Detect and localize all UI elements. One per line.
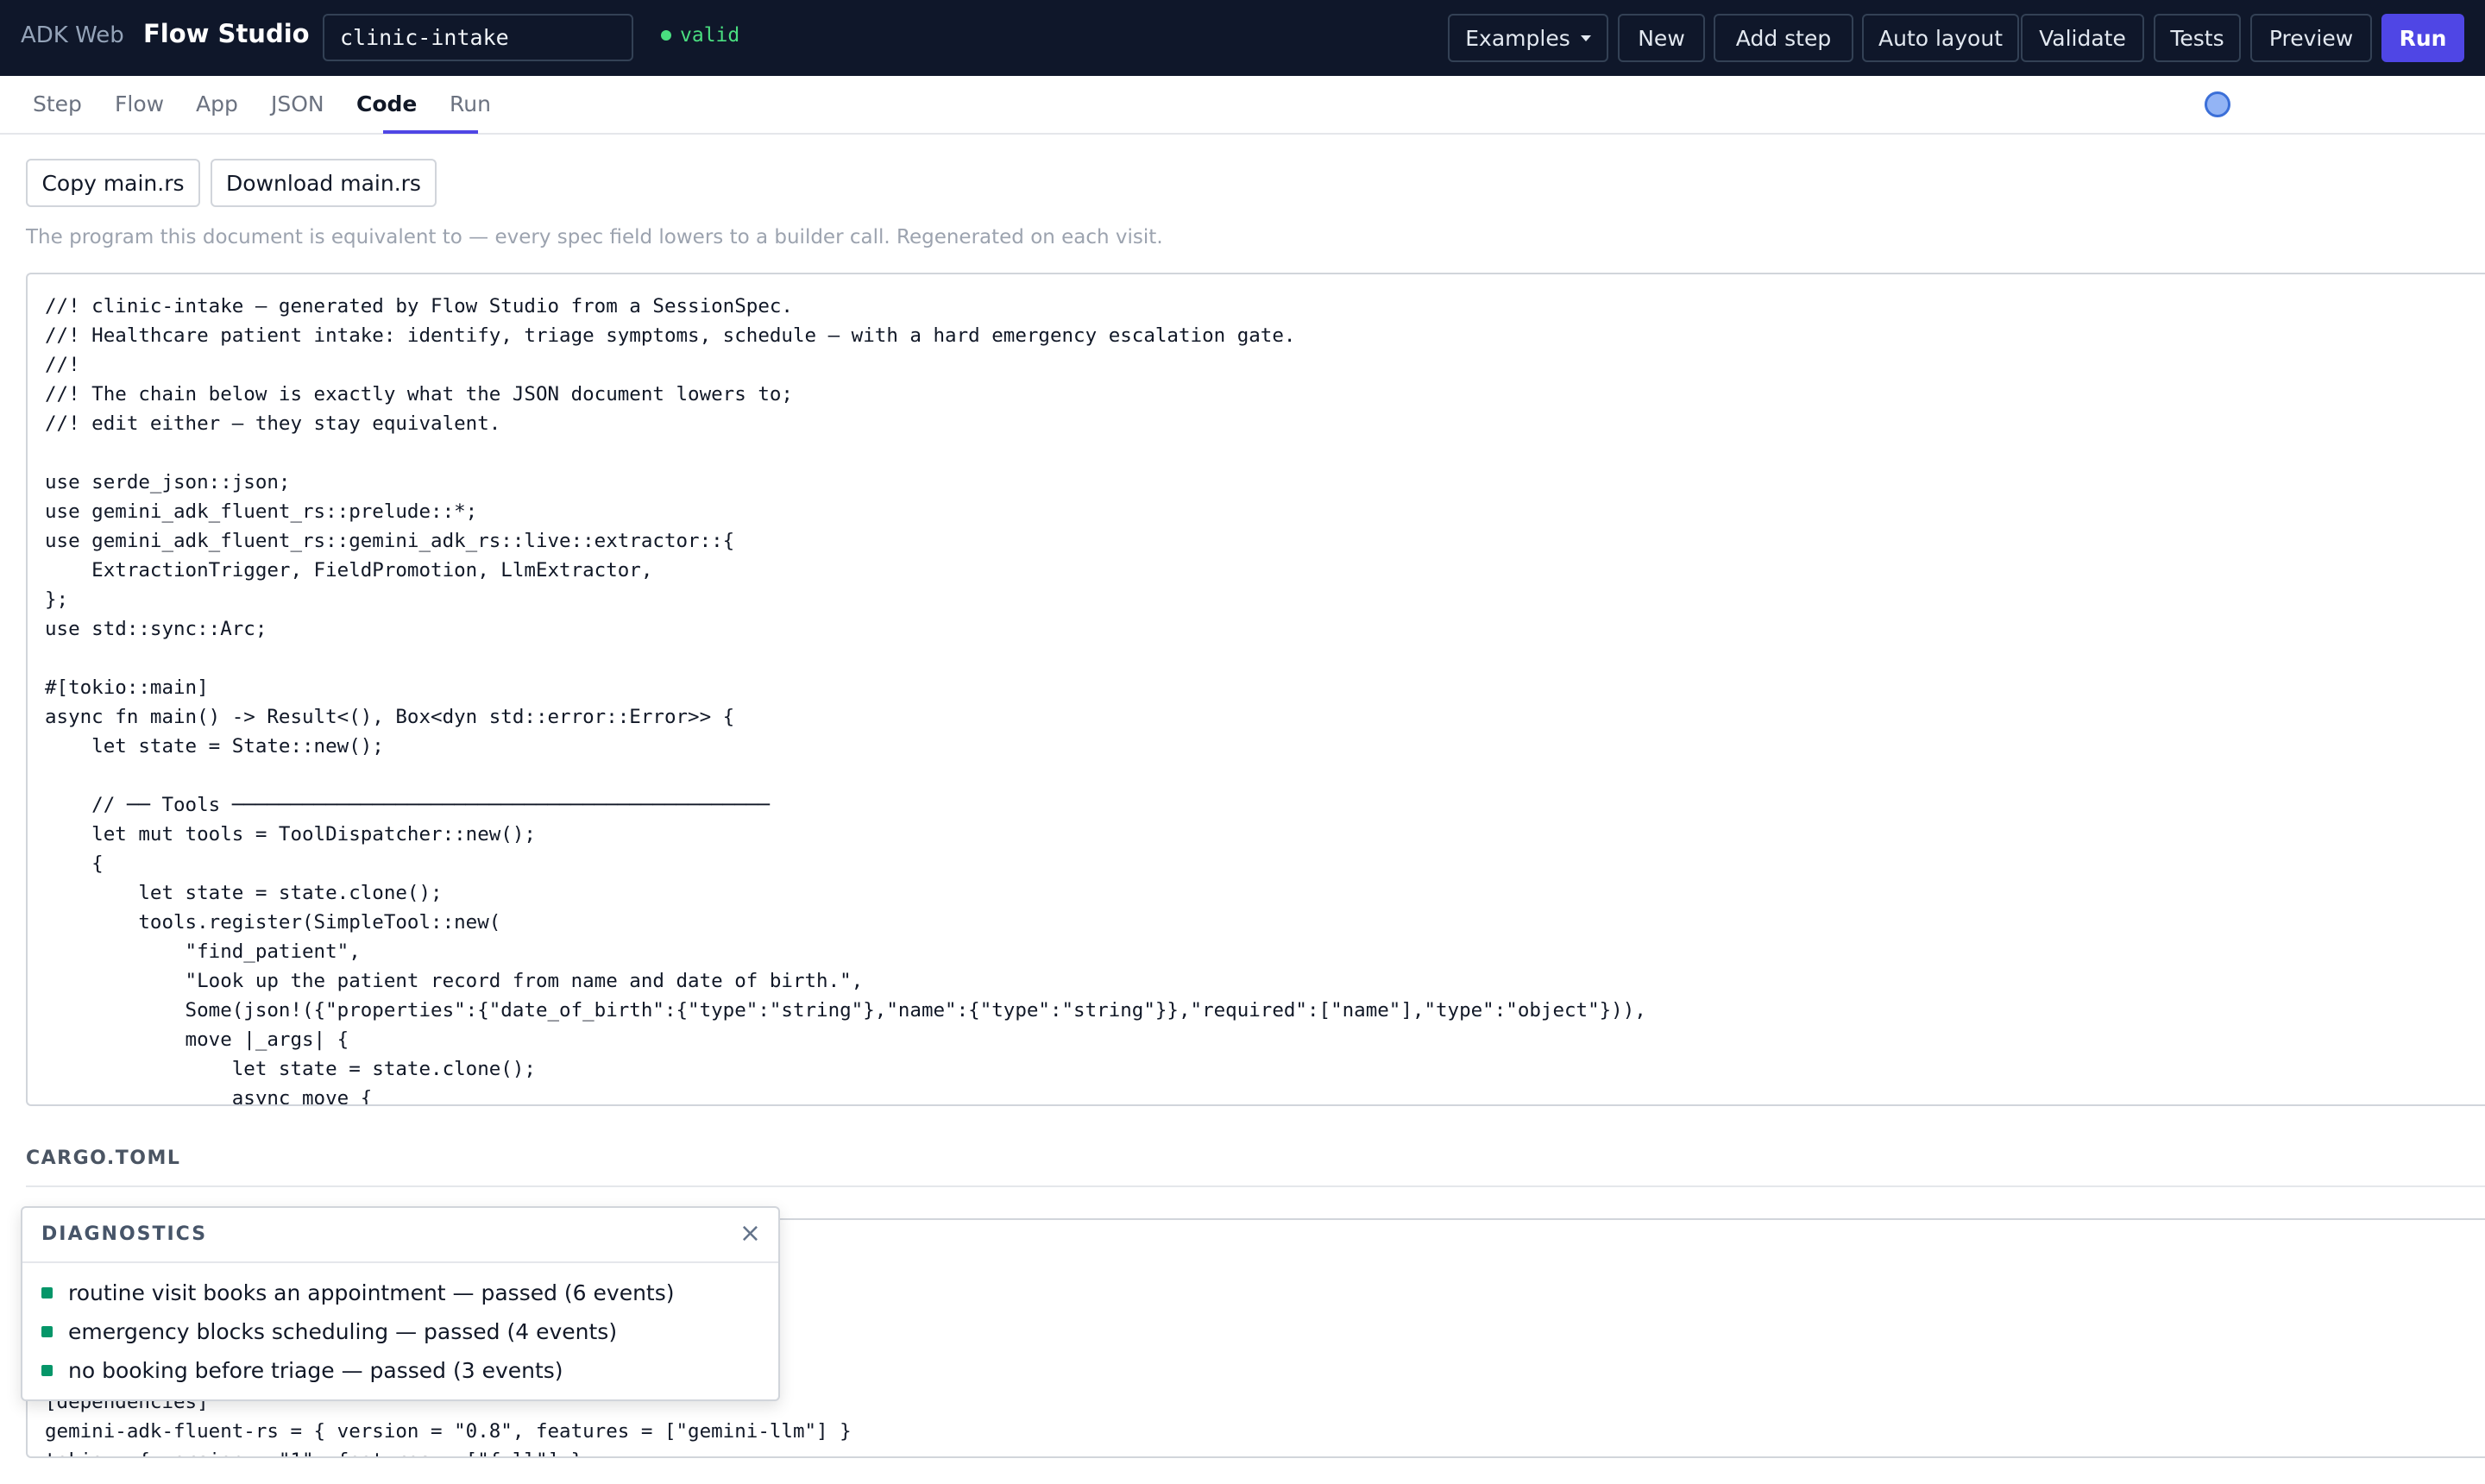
- code-help-text: The program this document is equivalent …: [26, 226, 1163, 248]
- examples-dropdown-label: Examples: [1465, 25, 1570, 51]
- tab-app[interactable]: App: [196, 91, 238, 116]
- cargo-toml-heading: CARGO.TOML: [26, 1148, 181, 1169]
- diagnostics-list: routine visit books an appointment — pas…: [41, 1273, 675, 1390]
- main-rs-code: //! clinic-intake — generated by Flow St…: [45, 295, 1646, 1106]
- passed-status-icon: [41, 1287, 53, 1298]
- list-item: emergency blocks scheduling — passed (4 …: [41, 1312, 675, 1351]
- main-rs-code-viewer[interactable]: //! clinic-intake — generated by Flow St…: [26, 273, 2485, 1106]
- section-divider: [26, 1185, 2485, 1187]
- list-item: routine visit books an appointment — pas…: [41, 1273, 675, 1312]
- top-bar: ADK Web Flow Studio clinic-intake valid …: [0, 0, 2485, 76]
- auto-layout-button[interactable]: Auto layout: [1862, 14, 2019, 62]
- diagnostics-title: DIAGNOSTICS: [41, 1223, 208, 1245]
- list-item: no booking before triage — passed (3 eve…: [41, 1351, 675, 1390]
- app-title: Flow Studio: [143, 19, 310, 48]
- diagnostics-header: DIAGNOSTICS ×: [22, 1208, 778, 1263]
- tab-json[interactable]: JSON: [271, 91, 324, 116]
- preview-button[interactable]: Preview: [2250, 14, 2372, 62]
- passed-status-icon: [41, 1326, 53, 1337]
- passed-status-icon: [41, 1365, 53, 1376]
- diagnostic-text: no booking before triage — passed (3 eve…: [68, 1358, 563, 1383]
- tab-flow[interactable]: Flow: [115, 91, 164, 116]
- new-button[interactable]: New: [1618, 14, 1705, 62]
- download-main-rs-button[interactable]: Download main.rs: [211, 159, 437, 207]
- tab-code[interactable]: Code: [356, 91, 417, 116]
- caret-down-icon: [1580, 35, 1591, 41]
- status-dot-icon: [661, 30, 671, 41]
- examples-dropdown[interactable]: Examples: [1448, 14, 1608, 62]
- close-icon[interactable]: ×: [739, 1218, 761, 1248]
- document-name-input[interactable]: clinic-intake: [323, 14, 633, 61]
- validation-status: valid: [661, 24, 739, 47]
- run-button[interactable]: Run: [2381, 14, 2464, 62]
- diagnostic-text: routine visit books an appointment — pas…: [68, 1280, 675, 1305]
- diagnostics-panel: DIAGNOSTICS × routine visit books an app…: [21, 1206, 780, 1401]
- tests-button[interactable]: Tests: [2154, 14, 2241, 62]
- connection-status-icon: [2205, 91, 2230, 117]
- tab-run[interactable]: Run: [450, 91, 491, 116]
- brand-subtitle: ADK Web: [21, 22, 124, 48]
- copy-main-rs-button[interactable]: Copy main.rs: [26, 159, 200, 207]
- add-step-button[interactable]: Add step: [1714, 14, 1853, 62]
- diagnostic-text: emergency blocks scheduling — passed (4 …: [68, 1319, 618, 1344]
- view-tabs: Step Flow App JSON Code Run: [0, 76, 2485, 135]
- active-tab-indicator: [383, 130, 478, 134]
- validate-button[interactable]: Validate: [2021, 14, 2144, 62]
- tab-step[interactable]: Step: [33, 91, 82, 116]
- validation-status-text: valid: [680, 24, 740, 47]
